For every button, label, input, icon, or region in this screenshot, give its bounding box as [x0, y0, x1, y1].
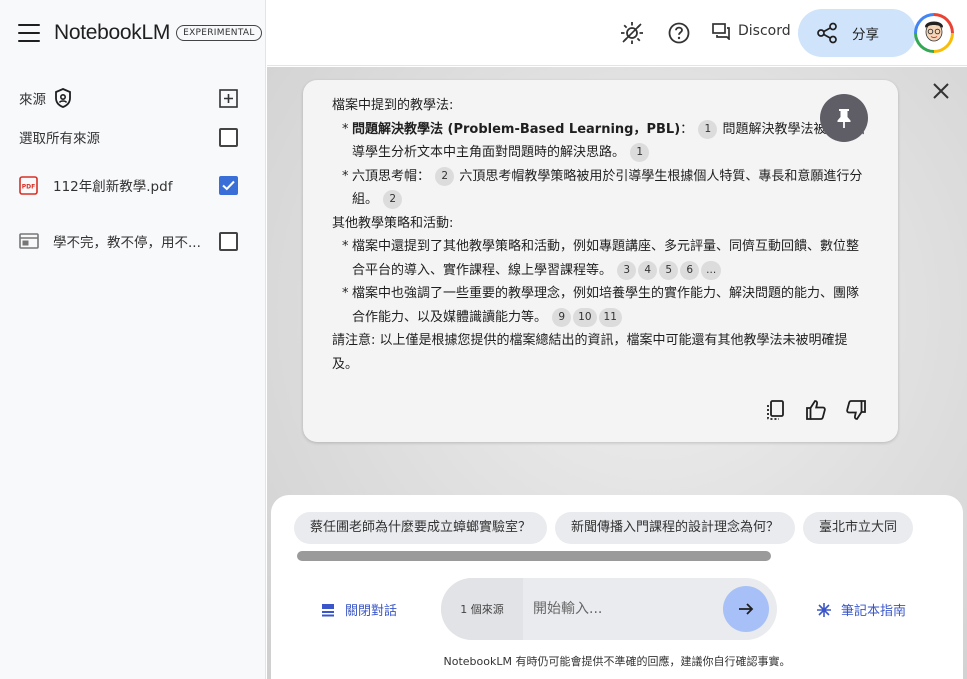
- answer-heading: 其他教學策略和活動:: [332, 215, 454, 231]
- pin-button[interactable]: [820, 94, 868, 142]
- disclaimer-text: NotebookLM 有時仍可能會提供不準確的回應，建議你自行確認事實。: [443, 655, 791, 668]
- notebook-guide-label: 筆記本指南: [841, 604, 907, 619]
- experimental-badge: EXPERIMENTAL: [176, 25, 262, 41]
- notebook-guide-button[interactable]: 筆記本指南: [817, 600, 906, 619]
- answer-colon: ：: [417, 168, 431, 184]
- pdf-icon: PDF: [19, 175, 38, 195]
- citation-chip[interactable]: 6: [680, 260, 700, 280]
- source-checkbox[interactable]: [219, 175, 238, 195]
- answer-bullet: 檔案中也強調了一些重要的教學理念，例如培養學生的實作能力、解決問題的能力、團隊合…: [332, 282, 868, 329]
- citation-chip[interactable]: 5: [659, 260, 679, 280]
- share-button[interactable]: 分享: [798, 9, 916, 57]
- citation-chip[interactable]: 1: [698, 119, 718, 139]
- citation-chip[interactable]: 4: [638, 260, 658, 280]
- send-button[interactable]: [723, 586, 769, 632]
- answer-card: 檔案中提到的教學法: 問題解決教學法 (Problem-Based Learni…: [303, 80, 898, 442]
- suggestion-chip[interactable]: 蔡任圃老師為什麼要成立蟑螂實驗室？: [294, 512, 548, 544]
- answer-text: 檔案中還提到了其他教學策略和活動，例如專題講座、多元評量、同儕互動回饋、數位整合…: [352, 239, 860, 278]
- avatar[interactable]: [914, 13, 954, 53]
- chat-input-panel: 蔡任圃老師為什麼要成立蟑螂實驗室？ 新聞傳播入門課程的設計理念為何？ 臺北市立大…: [271, 495, 963, 679]
- answer-heading: 檔案中提到的教學法:: [332, 98, 454, 113]
- answer-bullet: 檔案中還提到了其他教學策略和活動，例如專題講座、多元評量、同儕互動回饋、數位整合…: [332, 235, 868, 282]
- chat-bubble-icon: [712, 23, 730, 40]
- top-bar: Discord 分享: [267, 0, 967, 66]
- citation-chip[interactable]: 10: [573, 307, 597, 327]
- thumbs-down-icon[interactable]: [844, 398, 868, 422]
- chat-input-box: 1 個來源: [441, 578, 777, 640]
- add-source-icon[interactable]: [219, 88, 238, 108]
- svg-text:PDF: PDF: [22, 183, 35, 190]
- horizontal-scrollbar[interactable]: [297, 551, 771, 561]
- discord-link[interactable]: Discord: [712, 22, 791, 40]
- answer-colon: ：: [680, 121, 694, 137]
- source-name: 學不完，教不停，用不...: [53, 235, 201, 251]
- suggestion-chip[interactable]: 臺北市立大同: [803, 512, 914, 544]
- share-label: 分享: [852, 27, 879, 43]
- citation-chip[interactable]: 11: [598, 307, 622, 327]
- source-name: 112年創新教學.pdf: [53, 179, 173, 195]
- source-checkbox[interactable]: [219, 231, 238, 251]
- brand: NotebookLM EXPERIMENTAL: [18, 18, 262, 48]
- answer-bullet: 問題解決教學法 (Problem-Based Learning，PBL)： 1 …: [332, 118, 868, 165]
- arrow-right-icon: [739, 603, 754, 615]
- source-item[interactable]: 學不完，教不停，用不...: [0, 221, 266, 261]
- help-icon[interactable]: [668, 22, 690, 44]
- answer-term: 問題解決教學法 (Problem-Based Learning，PBL): [352, 121, 681, 137]
- close-icon[interactable]: [929, 79, 953, 103]
- select-all-checkbox[interactable]: [219, 127, 238, 147]
- copy-icon[interactable]: [764, 398, 788, 422]
- answer-term: 六頂思考帽: [352, 168, 418, 184]
- citation-chip[interactable]: 3: [617, 260, 637, 280]
- select-all-row[interactable]: 選取所有來源: [0, 117, 266, 157]
- close-chat-label: 關閉對話: [345, 604, 398, 619]
- answer-actions: [764, 398, 868, 422]
- app-title: NotebookLM: [54, 21, 171, 44]
- citation-chip[interactable]: 1: [630, 143, 650, 162]
- citation-chip[interactable]: 9: [552, 307, 572, 327]
- chat-panel-icon: [322, 603, 334, 616]
- menu-icon[interactable]: [18, 24, 40, 42]
- sidebar: NotebookLM EXPERIMENTAL 來源 選取所有來源 PDF 11…: [0, 0, 266, 679]
- answer-note: 請注意: 以上僅是根據您提供的檔案總結出的資訊，檔案中可能還有其他教學法未被明確…: [332, 333, 848, 372]
- chat-panel: 檔案中提到的教學法: 問題解決教學法 (Problem-Based Learni…: [267, 67, 967, 679]
- suggested-questions: 蔡任圃老師為什麼要成立蟑螂實驗室？ 新聞傳播入門課程的設計理念為何？ 臺北市立大…: [294, 512, 963, 544]
- avatar-image: [917, 16, 951, 50]
- answer-bullet: 六頂思考帽： 2 六頂思考帽教學策略被用於引導學生根據個人特質、專長和意願進行分…: [332, 165, 868, 212]
- citation-chip[interactable]: 2: [383, 190, 403, 209]
- suggestion-chip[interactable]: 新聞傳播入門課程的設計理念為何？: [555, 512, 796, 544]
- sources-label: 來源: [19, 92, 46, 108]
- chat-input[interactable]: [523, 589, 723, 629]
- source-item[interactable]: PDF 112年創新教學.pdf: [0, 165, 266, 205]
- share-icon: [817, 22, 837, 44]
- sparkle-icon: [817, 602, 831, 617]
- close-chat-button[interactable]: 關閉對話: [321, 600, 397, 619]
- select-all-label: 選取所有來源: [19, 131, 100, 147]
- theme-toggle-icon[interactable]: [619, 20, 645, 46]
- citation-more-chip[interactable]: ...: [701, 260, 722, 280]
- pin-icon: [837, 109, 851, 128]
- sources-header: 來源: [0, 78, 266, 118]
- check-icon: [222, 180, 235, 190]
- citation-chip[interactable]: 2: [435, 166, 455, 186]
- shield-icon[interactable]: [54, 88, 72, 108]
- thumbs-up-icon[interactable]: [804, 398, 828, 422]
- web-page-icon: [19, 233, 39, 249]
- discord-label: Discord: [738, 23, 791, 39]
- source-count-badge[interactable]: 1 個來源: [441, 578, 523, 640]
